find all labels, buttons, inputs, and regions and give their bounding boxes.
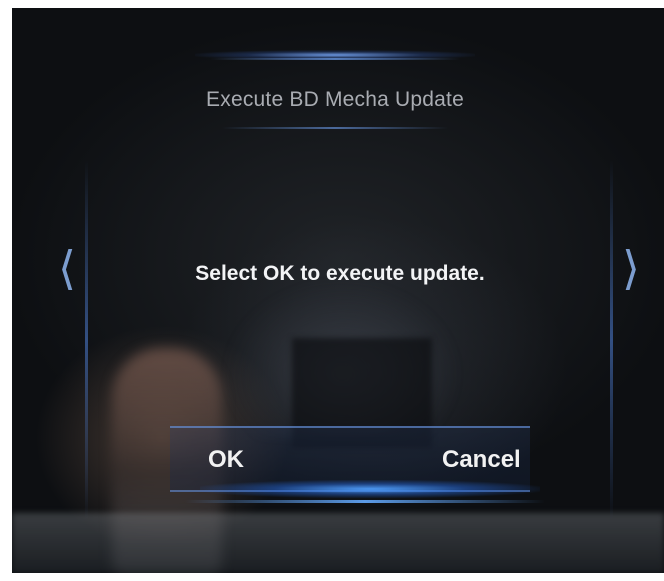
dialog-message: Select OK to execute update. xyxy=(195,262,485,285)
left-rail xyxy=(85,160,88,520)
selection-line xyxy=(185,500,545,503)
bottom-reflection xyxy=(12,513,664,573)
chevron-right-icon[interactable]: ⟩ xyxy=(622,245,640,291)
right-rail xyxy=(610,160,613,520)
dialog-title: Execute BD Mecha Update xyxy=(206,88,464,111)
cancel-button[interactable]: Cancel xyxy=(442,438,532,482)
ok-button[interactable]: OK xyxy=(208,438,268,482)
title-divider-bottom xyxy=(222,127,448,129)
selection-glow xyxy=(200,480,540,498)
chevron-left-icon[interactable]: ⟨ xyxy=(58,245,76,291)
title-divider-top xyxy=(210,58,460,60)
